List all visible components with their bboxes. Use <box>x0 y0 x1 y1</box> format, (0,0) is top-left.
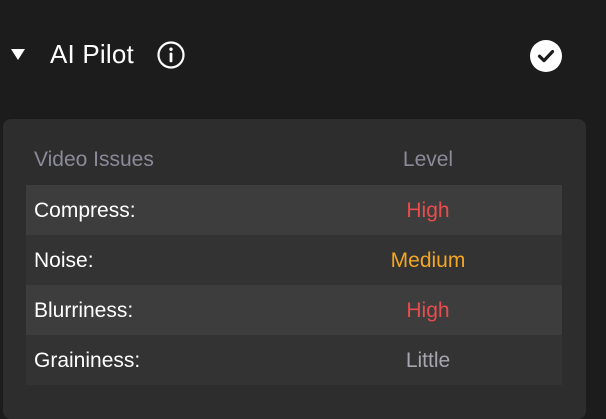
issue-level: High <box>406 299 450 322</box>
table-body: Compress: High Noise: Medium Blurriness: High… <box>26 185 562 385</box>
issue-name: Graininess: <box>34 349 141 372</box>
issue-level: Medium <box>390 249 466 272</box>
ai-pilot-header: AI Pilot <box>0 0 606 110</box>
issue-name: Compress: <box>34 199 136 222</box>
table-row: Blurriness: High <box>26 285 562 335</box>
video-issues-table: Video Issues Level Compress: High Noise: Me… <box>26 135 562 385</box>
issue-name: Noise: <box>34 249 94 272</box>
column-header-level: Level <box>402 148 454 171</box>
table-row: Noise: Medium <box>26 235 562 285</box>
column-header-video-issues: Video Issues <box>34 148 154 171</box>
table-header: Video Issues Level <box>26 135 562 185</box>
issue-level: High <box>406 199 450 222</box>
video-issues-panel: Video Issues Level Compress: High Noise: Me… <box>3 119 586 419</box>
table-row: Compress: High <box>26 185 562 235</box>
collapse-caret-icon[interactable] <box>11 49 25 60</box>
table-row: Graininess: Little <box>26 335 562 385</box>
check-circle-icon[interactable] <box>529 39 563 73</box>
issue-level: Little <box>405 349 451 372</box>
section-title: AI Pilot <box>50 39 134 69</box>
info-icon[interactable] <box>156 40 186 70</box>
issue-name: Blurriness: <box>34 299 134 322</box>
